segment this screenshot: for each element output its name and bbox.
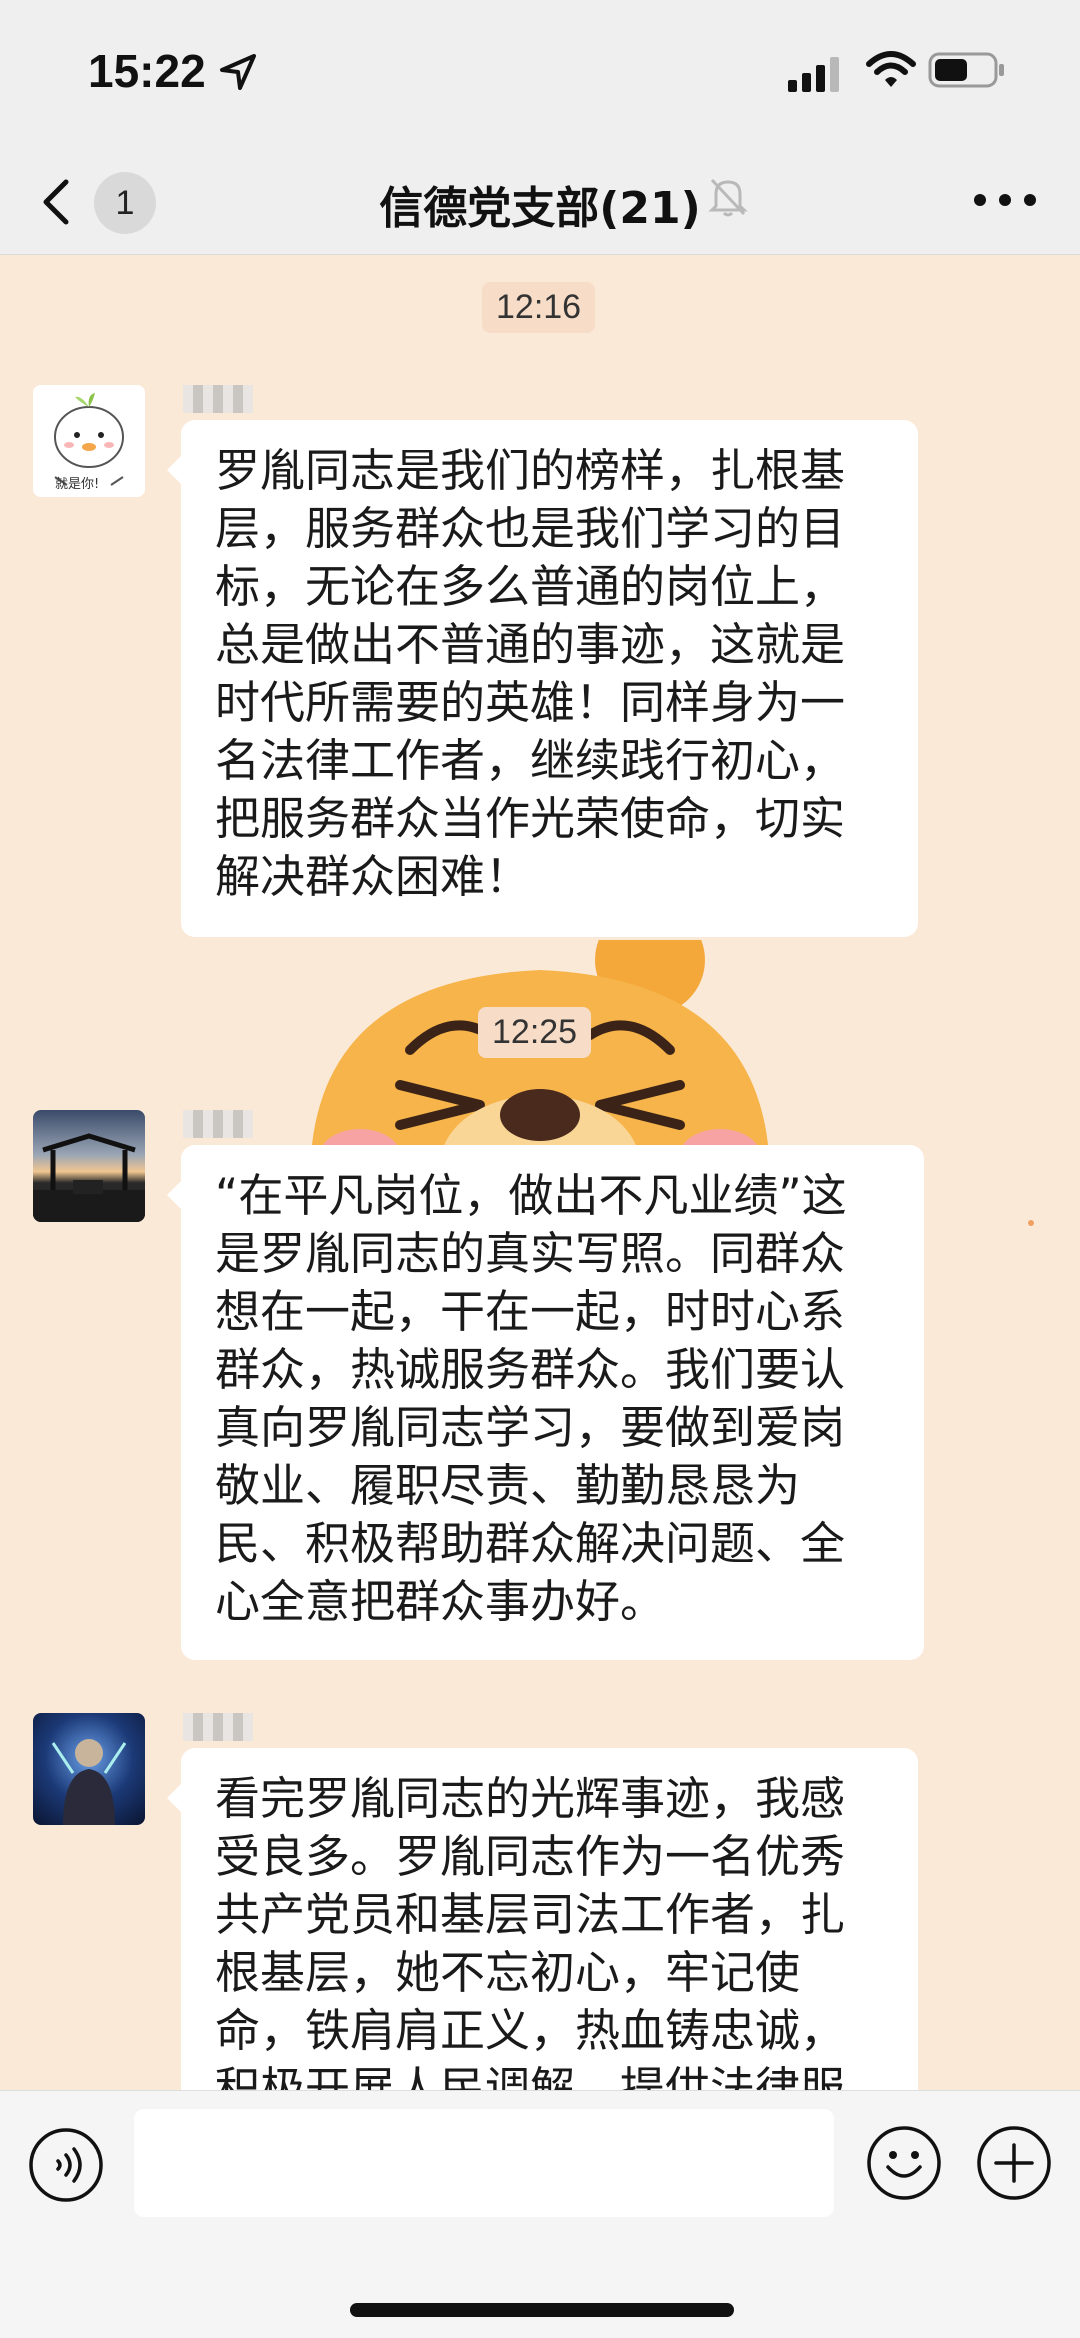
sender-name	[183, 1110, 253, 1138]
warrior-avatar-image	[51, 1739, 127, 1825]
sunset-pavilion-avatar[interactable]	[33, 1110, 145, 1222]
message-timestamp: 12:16	[482, 282, 596, 333]
message-bubble[interactable]: 看完罗胤同志的光辉事迹，我感 受良多。罗胤同志作为一名优秀 共产党员和基层司法工…	[167, 1748, 918, 2090]
decoration-dot	[1028, 1220, 1034, 1226]
chat-area[interactable]: 12:16 就是你! 罗胤同志是我们的榜样，扎根基 层，服务群众也是我们学习的目…	[0, 255, 1080, 2090]
location-arrow-icon	[220, 54, 256, 90]
cellular-signal-icon	[788, 57, 839, 92]
status-bar: 15:22	[0, 0, 1080, 150]
input-bar	[0, 2090, 1080, 2338]
chat-title: 信德党支部(21)	[379, 183, 701, 234]
message-bubble[interactable]: “在平凡岗位，做出不凡业绩”这 是罗胤同志的真实写照。同群众 想在一起，干在一起…	[167, 1145, 924, 1660]
battery-icon	[928, 52, 1004, 88]
pavilion-avatar-image	[33, 1133, 145, 1222]
voice-icon[interactable]	[28, 2127, 104, 2203]
message-bubble[interactable]: 罗胤同志是我们的榜样，扎根基 层，服务群众也是我们学习的目 标，无论在多么普通的…	[167, 420, 918, 937]
status-time: 15:22	[88, 45, 206, 97]
message-text: “在平凡岗位，做出不凡业绩”这 是罗胤同志的真实写照。同群众 想在一起，干在一起…	[215, 1169, 847, 1628]
sender-name	[183, 385, 253, 413]
plus-icon[interactable]	[976, 2125, 1052, 2201]
message-text: 罗胤同志是我们的榜样，扎根基 层，服务群众也是我们学习的目 标，无论在多么普通的…	[215, 444, 846, 903]
emoji-icon[interactable]	[866, 2125, 942, 2201]
nav-header: 1 信德党支部(21)	[0, 150, 1080, 255]
message-input[interactable]	[134, 2109, 834, 2217]
message-text: 看完罗胤同志的光辉事迹，我感 受良多。罗胤同志作为一名优秀 共产党员和基层司法工…	[215, 1772, 846, 2090]
home-indicator[interactable]	[350, 2303, 734, 2317]
message-timestamp: 12:25	[478, 1007, 592, 1058]
cartoon-bear-sticker	[310, 940, 770, 1180]
warrior-character-avatar[interactable]	[33, 1713, 145, 1825]
wifi-icon	[866, 51, 916, 87]
cartoon-chick-avatar[interactable]: 就是你!	[33, 385, 145, 497]
more-dots-icon[interactable]	[970, 180, 1040, 220]
mute-bell-icon	[708, 178, 748, 217]
sender-name	[183, 1713, 253, 1741]
avatar-caption: 就是你!	[55, 477, 100, 492]
